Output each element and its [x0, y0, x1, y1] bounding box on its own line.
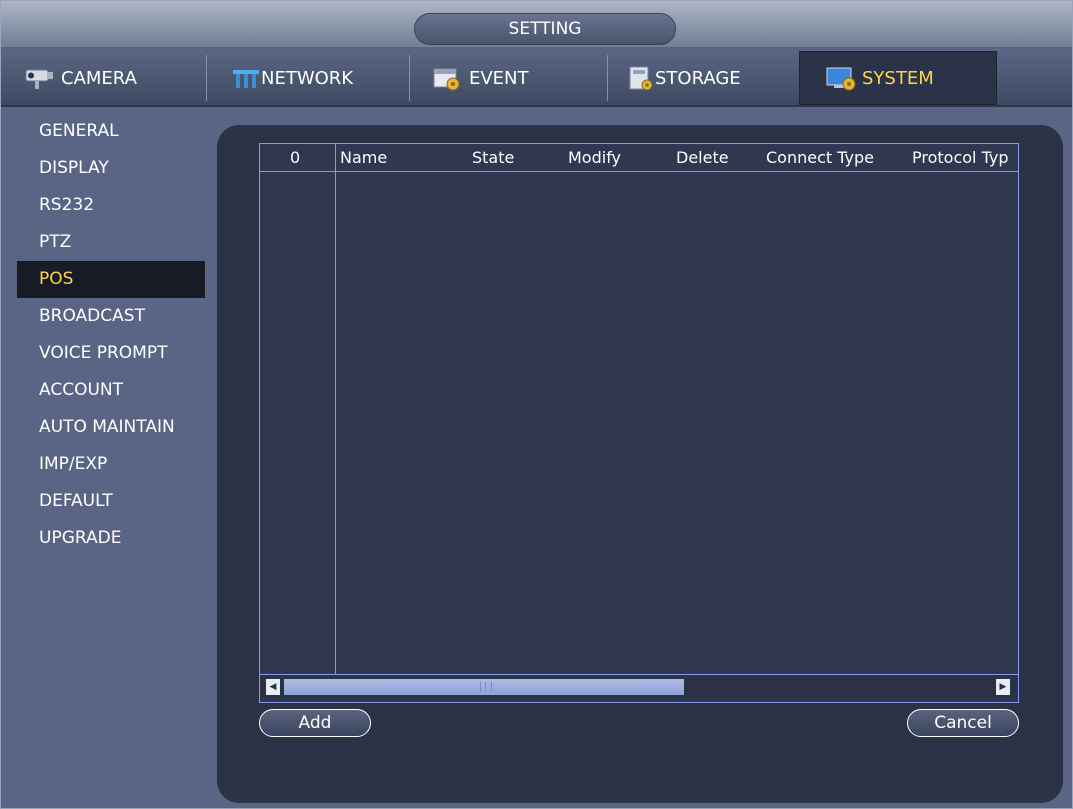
system-icon	[824, 64, 858, 92]
sidebar-item-general[interactable]: GENERAL	[9, 113, 207, 150]
column-header-delete[interactable]: Delete	[676, 144, 729, 172]
grip-icon	[480, 682, 492, 692]
cancel-button[interactable]: Cancel	[907, 709, 1019, 737]
column-header-protocol-type[interactable]: Protocol Typ	[912, 144, 1016, 172]
tab-camera[interactable]: CAMERA	[23, 51, 203, 105]
tab-event[interactable]: EVENT	[431, 51, 611, 105]
scroll-right-icon[interactable]: ▶	[996, 679, 1010, 695]
settings-window: SETTING CAMERA NETWORK EVENT STORAGE SYS…	[0, 0, 1073, 809]
column-header-state[interactable]: State	[472, 144, 514, 172]
camera-icon	[23, 64, 57, 92]
sidebar-item-ptz[interactable]: PTZ	[9, 224, 207, 261]
scrollbar-thumb[interactable]	[284, 679, 684, 695]
column-header-name[interactable]: Name	[340, 144, 387, 172]
sidebar-item-display[interactable]: DISPLAY	[9, 150, 207, 187]
horizontal-scrollbar[interactable]: ◀ ▶	[260, 674, 1018, 698]
tab-label: SYSTEM	[862, 67, 934, 89]
network-icon	[231, 64, 261, 92]
tab-label: EVENT	[469, 67, 529, 89]
sidebar-item-broadcast[interactable]: BROADCAST	[9, 298, 207, 335]
tab-storage[interactable]: STORAGE	[627, 51, 797, 105]
scroll-left-icon[interactable]: ◀	[266, 679, 280, 695]
tab-system[interactable]: SYSTEM	[799, 51, 997, 105]
title-bar: SETTING	[1, 1, 1072, 47]
pos-panel: 0 Name State Modify Delete Connect Type …	[217, 125, 1063, 803]
tab-label: STORAGE	[655, 67, 741, 89]
add-button[interactable]: Add	[259, 709, 371, 737]
sidebar-item-default[interactable]: DEFAULT	[9, 483, 207, 520]
column-header-connect-type[interactable]: Connect Type	[766, 144, 874, 172]
tab-network[interactable]: NETWORK	[231, 51, 411, 105]
sidebar-item-auto-maintain[interactable]: AUTO MAINTAIN	[9, 409, 207, 446]
column-header-modify[interactable]: Modify	[568, 144, 621, 172]
tab-label: NETWORK	[261, 67, 354, 89]
storage-icon	[627, 64, 655, 92]
sidebar-item-upgrade[interactable]: UPGRADE	[9, 520, 207, 557]
tab-label: CAMERA	[61, 67, 137, 89]
window-title: SETTING	[414, 13, 676, 45]
sidebar-item-rs232[interactable]: RS232	[9, 187, 207, 224]
main-tabs: CAMERA NETWORK EVENT STORAGE SYSTEM	[1, 49, 1072, 107]
column-header-index[interactable]: 0	[290, 144, 300, 172]
pos-table[interactable]: 0 Name State Modify Delete Connect Type …	[259, 143, 1019, 703]
table-header: 0 Name State Modify Delete Connect Type …	[260, 144, 1018, 172]
sidebar-item-pos[interactable]: POS	[17, 261, 205, 298]
column-divider	[335, 144, 336, 674]
sidebar-item-voice-prompt[interactable]: VOICE PROMPT	[9, 335, 207, 372]
sidebar-item-account[interactable]: ACCOUNT	[9, 372, 207, 409]
event-icon	[431, 64, 465, 92]
sidebar-item-imp-exp[interactable]: IMP/EXP	[9, 446, 207, 483]
sidebar: GENERAL DISPLAY RS232 PTZ POS BROADCAST …	[9, 113, 207, 803]
